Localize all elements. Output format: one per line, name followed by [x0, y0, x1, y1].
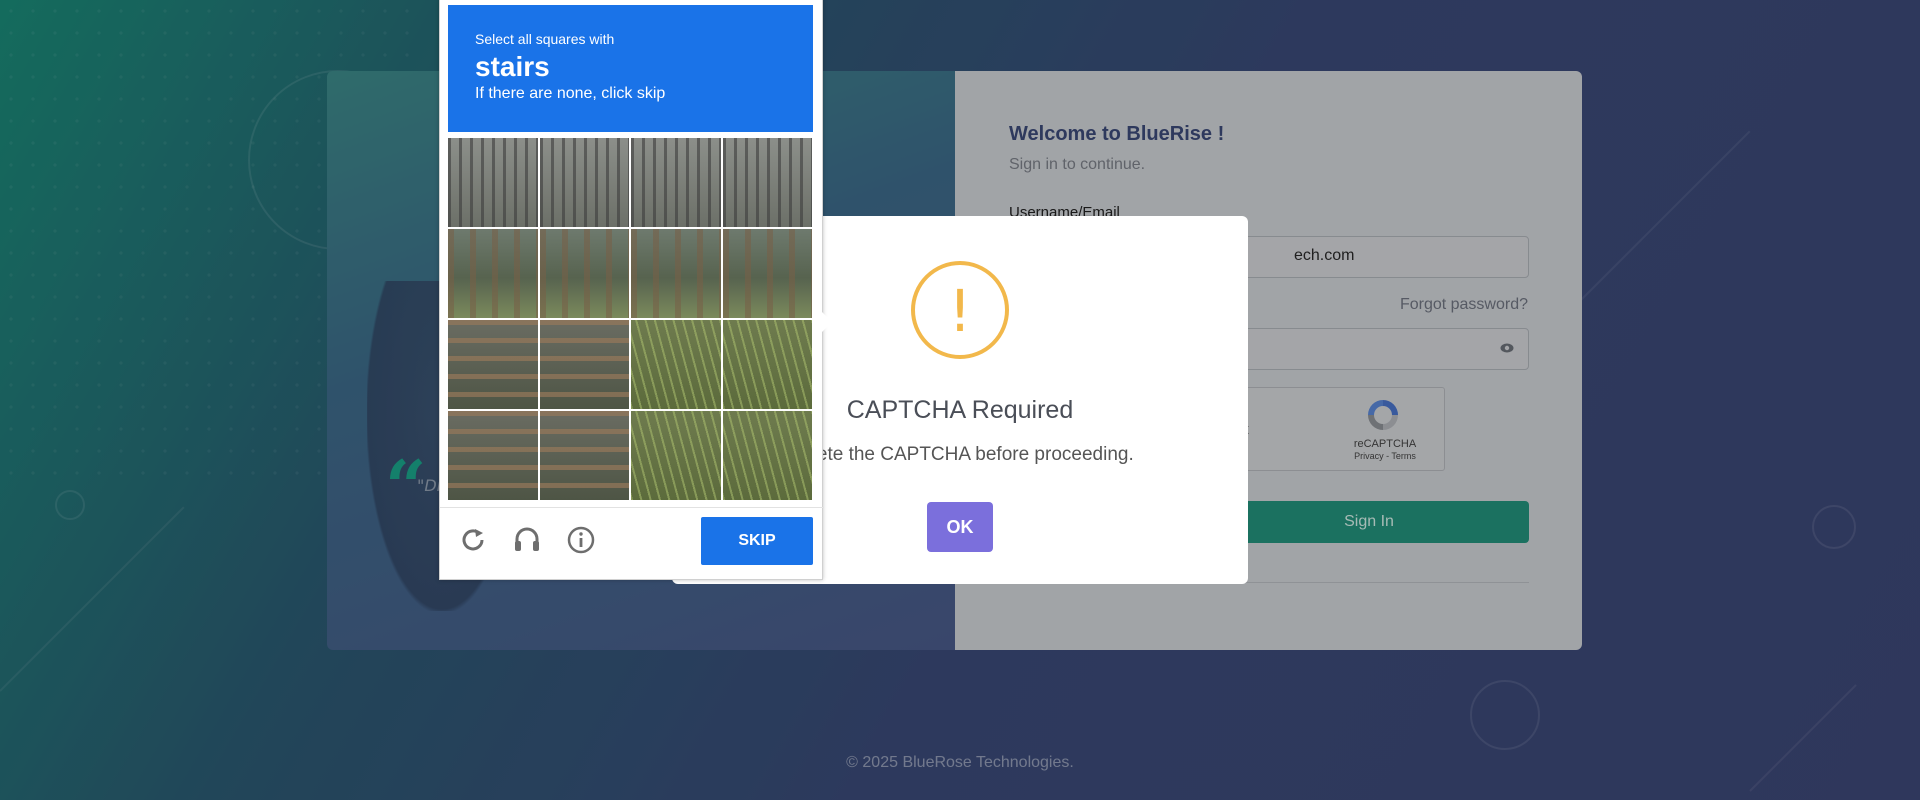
challenge-tile[interactable]	[631, 411, 721, 500]
challenge-target-object: stairs	[475, 51, 550, 82]
challenge-tile[interactable]	[631, 138, 721, 227]
challenge-tile[interactable]	[448, 411, 538, 500]
challenge-header: Select all squares with stairs If there …	[448, 5, 813, 132]
challenge-tile[interactable]	[539, 411, 629, 500]
reload-icon[interactable]	[458, 525, 488, 555]
challenge-footer-divider	[440, 507, 824, 508]
info-icon[interactable]	[566, 525, 596, 555]
challenge-tile[interactable]	[631, 320, 721, 409]
challenge-tile[interactable]	[722, 320, 812, 409]
challenge-tile[interactable]	[539, 229, 629, 318]
challenge-tile[interactable]	[722, 138, 812, 227]
warning-icon: !	[911, 261, 1009, 359]
challenge-tile[interactable]	[539, 320, 629, 409]
challenge-tile[interactable]	[722, 229, 812, 318]
challenge-skip-hint: If there are none, click skip	[475, 85, 666, 102]
challenge-tile[interactable]	[448, 229, 538, 318]
recaptcha-challenge-popup: Select all squares with stairs If there …	[439, 0, 824, 580]
challenge-image-grid	[448, 138, 812, 500]
challenge-tile[interactable]	[631, 229, 721, 318]
challenge-instruction: Select all squares with	[475, 31, 615, 47]
challenge-pointer-arrow	[822, 312, 832, 332]
challenge-tile[interactable]	[539, 138, 629, 227]
challenge-tile[interactable]	[448, 320, 538, 409]
ok-button[interactable]: OK	[927, 502, 993, 552]
challenge-tile[interactable]	[448, 138, 538, 227]
audio-icon[interactable]	[512, 525, 542, 555]
challenge-tile[interactable]	[722, 411, 812, 500]
skip-button[interactable]: SKIP	[701, 517, 813, 565]
